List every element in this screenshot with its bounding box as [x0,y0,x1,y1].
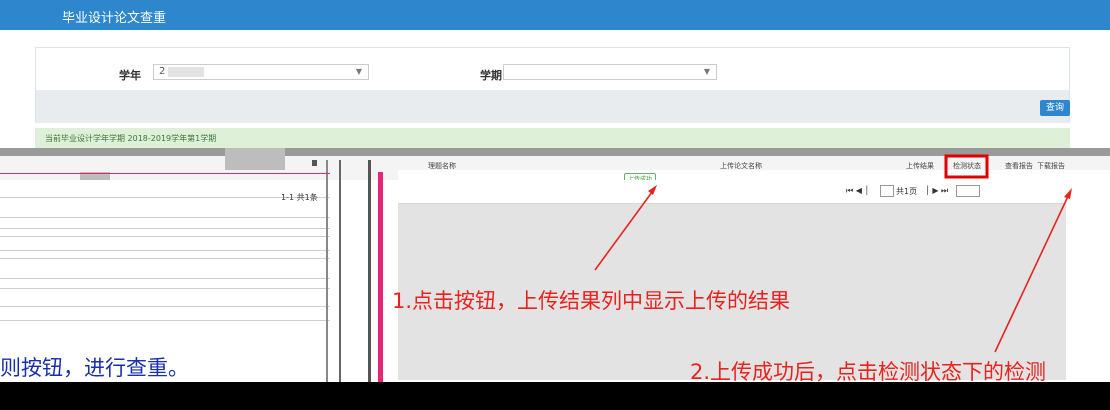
column-header-view-report: 查看报告 [1005,162,1033,170]
semester-select[interactable]: ▼ [503,64,717,80]
annotation-step-left: 则按钮，进行查重。 [0,356,189,380]
scrollbar-line[interactable] [368,160,371,382]
left-grid: 1-1 共1条 [0,180,330,380]
year-label: 学年 [119,69,141,82]
filter-action-bar: 查询 [36,90,1070,123]
right-grid-toolbar: ⏮ ◀ │ 共1页 │ ▶ ⏭ [398,180,1066,204]
grid-line [0,228,330,229]
left-mark [312,160,317,166]
year-select[interactable]: 2 ▼ [153,64,369,80]
bottom-black-bar [0,382,1110,410]
grid-line [0,217,330,218]
grid-line [0,288,330,289]
filter-panel: 学年 2 ▼ 学期 ▼ 查询 [35,47,1070,123]
grid-line [0,236,330,237]
query-button[interactable]: 查询 [1040,100,1070,116]
grid-line [0,320,330,321]
column-header-file: 上传论文名称 [720,162,762,170]
year-select-value: 2 [159,66,166,77]
app-title: 毕业设计论文查重 [62,11,167,26]
strip-divider [0,148,1110,156]
grid-line [0,278,330,279]
grid-line [0,250,330,251]
screenshot-root: 毕业设计论文查重 学年 2 ▼ 学期 ▼ 查询 当前毕业设计学年学期 2018-… [0,0,1110,410]
info-bar: 当前毕业设计学年学期 2018-2019学年第1学期 [35,128,1070,148]
pink-splitter [378,172,383,382]
strip-band [398,170,1110,180]
annotation-step1: 1.点击按钮，上传结果列中显示上传的结果 [392,289,791,313]
scrollbar-line[interactable] [339,160,341,382]
left-pane-border [326,160,328,382]
column-header-title: 理题名称 [428,162,456,170]
pager-total-pages: 共1页 [896,187,918,196]
column-header-upload-result: 上传结果 [906,162,934,170]
overlapped-toolbar-strip: 理题名称 上传论文名称 上传结果 检测状态 查看报告 下载报告 上传成功 [0,148,1110,184]
pager-nav-icons[interactable]: ⏮ ◀ │ [846,186,869,196]
pink-divider-line [0,173,330,174]
info-text: 当前毕业设计学年学期 2018-2019学年第1学期 [45,134,217,143]
pager-next-icons[interactable]: │ ▶ ⏭ [925,186,948,196]
page-number-input[interactable] [880,185,894,197]
page-size-select[interactable] [956,185,980,197]
year-select-blur [168,67,204,77]
grid-line [0,306,330,307]
app-header: 毕业设计论文查重 [0,0,1110,30]
grid-line [0,258,330,259]
column-header-download-report: 下载报告 [1037,162,1065,170]
semester-label: 学期 [480,69,502,82]
column-header-check-status: 检测状态 [953,162,981,170]
chevron-down-icon: ▼ [355,67,362,76]
left-range-text: 1-1 共1条 [281,193,318,202]
chevron-down-icon: ▼ [703,67,710,76]
strip-block [225,148,285,170]
